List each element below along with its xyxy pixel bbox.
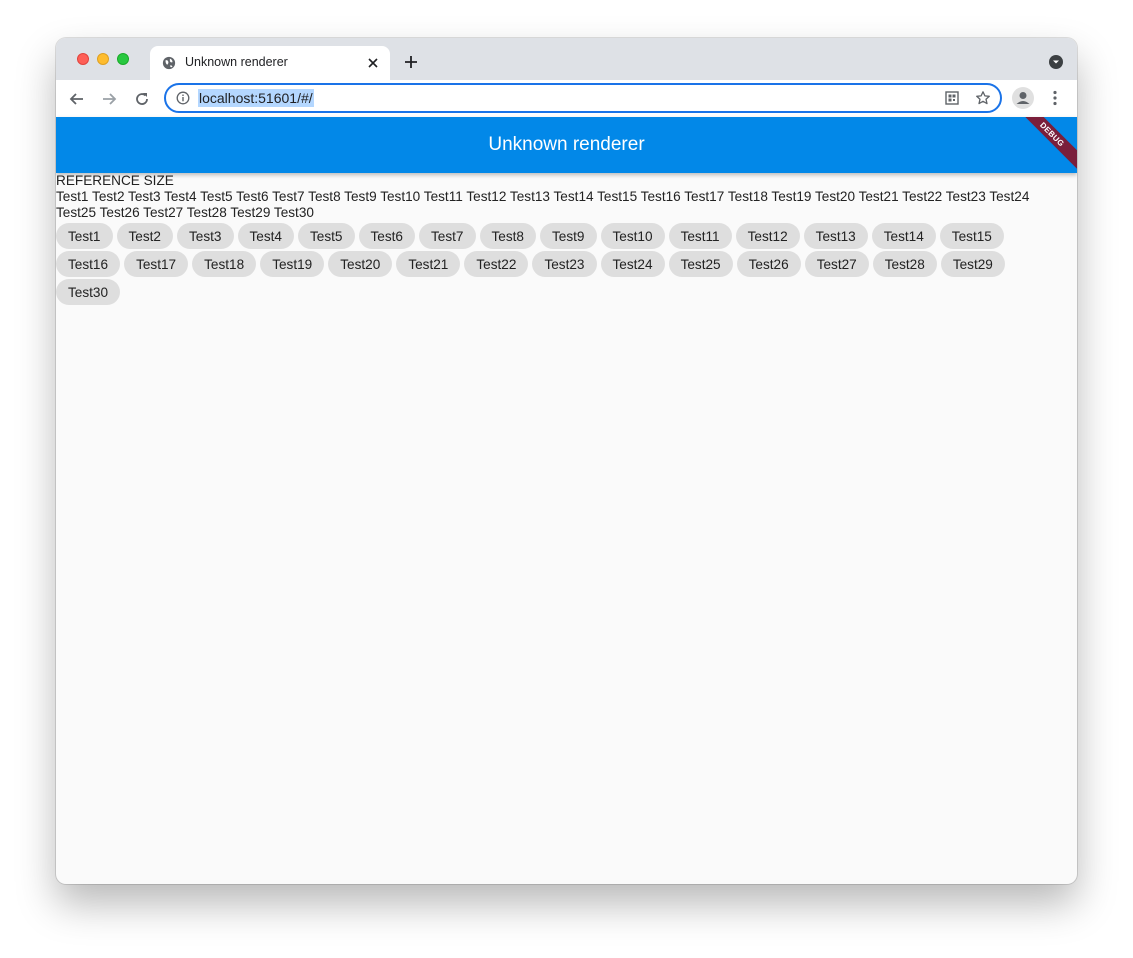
reference-heading: REFERENCE SIZE bbox=[56, 173, 174, 188]
chip[interactable]: Test3 bbox=[177, 223, 234, 249]
chip[interactable]: Test19 bbox=[260, 251, 325, 277]
chip[interactable]: Test5 bbox=[298, 223, 355, 249]
app-title: Unknown renderer bbox=[488, 134, 645, 155]
chip[interactable]: Test2 bbox=[116, 223, 173, 249]
close-window-button[interactable] bbox=[77, 53, 89, 65]
chip[interactable]: Test23 bbox=[532, 251, 597, 277]
new-tab-icon[interactable] bbox=[403, 54, 419, 70]
chip[interactable]: Test18 bbox=[192, 251, 257, 277]
chip-list: Test1 Test2 Test3 Test4 Test5 Test6 Test7 Test8… bbox=[56, 222, 1066, 306]
qr-code-icon[interactable] bbox=[944, 90, 960, 106]
chip[interactable]: Test29 bbox=[940, 251, 1005, 277]
chip[interactable]: Test8 bbox=[479, 223, 536, 249]
main-content: REFERENCE SIZE Test1 Test2 Test3 Test4 T… bbox=[56, 173, 1077, 306]
debug-label: DEBUG bbox=[1021, 117, 1077, 171]
back-arrow-icon[interactable] bbox=[68, 90, 86, 108]
chip[interactable]: Test24 bbox=[600, 251, 665, 277]
more-vertical-icon[interactable] bbox=[1046, 89, 1064, 107]
chip[interactable]: Test25 bbox=[668, 251, 733, 277]
chip[interactable]: Test26 bbox=[736, 251, 801, 277]
profile-avatar-icon[interactable] bbox=[1012, 87, 1034, 109]
globe-icon bbox=[162, 56, 176, 70]
tab-strip: Unknown renderer bbox=[56, 38, 1077, 80]
address-bar[interactable]: localhost:51601/#/ bbox=[164, 83, 1002, 113]
browser-toolbar: localhost:51601/#/ bbox=[56, 80, 1077, 117]
forward-arrow-icon[interactable] bbox=[100, 90, 118, 108]
chip[interactable]: Test15 bbox=[939, 223, 1004, 249]
chip[interactable]: Test28 bbox=[872, 251, 937, 277]
minimize-window-button[interactable] bbox=[97, 53, 109, 65]
chip[interactable]: Test16 bbox=[56, 251, 121, 277]
url-text[interactable]: localhost:51601/#/ bbox=[198, 89, 314, 107]
chip[interactable]: Test22 bbox=[464, 251, 529, 277]
tab-title: Unknown renderer bbox=[185, 55, 288, 69]
tab-search-icon[interactable] bbox=[1049, 55, 1063, 69]
bookmark-star-icon[interactable] bbox=[975, 90, 991, 106]
browser-window: Unknown renderer localhost:51601/#/ Unkn… bbox=[56, 38, 1077, 884]
app-bar: Unknown renderer DEBUG bbox=[56, 117, 1077, 173]
chip[interactable]: Test11 bbox=[668, 223, 732, 249]
chip[interactable]: Test30 bbox=[56, 279, 121, 305]
chip[interactable]: Test17 bbox=[124, 251, 189, 277]
browser-tab[interactable]: Unknown renderer bbox=[150, 46, 390, 80]
chip[interactable]: Test14 bbox=[871, 223, 936, 249]
info-icon[interactable] bbox=[176, 91, 190, 105]
chip[interactable]: Test12 bbox=[735, 223, 800, 249]
chip[interactable]: Test1 bbox=[56, 223, 113, 249]
reference-text: Test1 Test2 Test3 Test4 Test5 Test6 Test… bbox=[56, 189, 1030, 220]
close-tab-icon[interactable] bbox=[366, 56, 380, 70]
reload-icon[interactable] bbox=[133, 90, 151, 108]
maximize-window-button[interactable] bbox=[117, 53, 129, 65]
chip[interactable]: Test21 bbox=[396, 251, 461, 277]
chip[interactable]: Test10 bbox=[600, 223, 665, 249]
chip[interactable]: Test6 bbox=[358, 223, 415, 249]
chip[interactable]: Test27 bbox=[804, 251, 869, 277]
chip[interactable]: Test4 bbox=[237, 223, 294, 249]
debug-banner: DEBUG bbox=[1021, 117, 1077, 173]
chip[interactable]: Test20 bbox=[328, 251, 393, 277]
chip[interactable]: Test7 bbox=[419, 223, 476, 249]
chip[interactable]: Test9 bbox=[540, 223, 597, 249]
chip[interactable]: Test13 bbox=[803, 223, 868, 249]
